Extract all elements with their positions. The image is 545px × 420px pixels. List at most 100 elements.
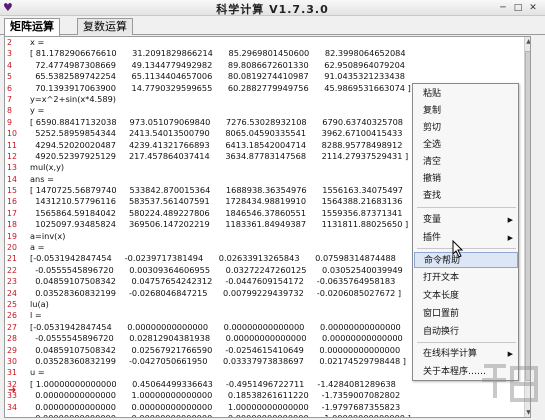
code-text: 0.03528360832199 -0.0427050661950 0.0333… — [30, 355, 406, 366]
line-number: 26 — [7, 311, 17, 321]
code-text: -0.0555545896720 0.00309364606955 0.0327… — [30, 264, 403, 275]
submenu-arrow-icon: ▶ — [507, 216, 513, 224]
menu-item[interactable]: 命令帮助 — [414, 252, 518, 268]
code-line: 34 0.00000000000000 0.00000000000000 1.0… — [5, 402, 530, 413]
code-line: 3 [ 81.1782906676610 31.2091829866214 85.… — [5, 48, 530, 59]
line-number: 21 — [7, 254, 17, 264]
menu-item[interactable]: 文本长度 — [414, 288, 518, 304]
code-text: 0.00000000000000 0.00000000000000 1.0000… — [30, 401, 401, 412]
code-text: 5252.58959854344 2413.54013500790 8065.0… — [30, 128, 403, 139]
menu-item-label: 窗口置前 — [423, 309, 460, 319]
code-text: 1565864.59184042 580224.489227806 184654… — [30, 207, 403, 218]
line-number: 19 — [7, 231, 17, 241]
mouse-cursor-icon — [452, 240, 464, 258]
code-line: 33 0.00000000000000 1.00000000000000 0.1… — [5, 390, 530, 401]
menu-separator — [417, 207, 516, 208]
scroll-up-icon[interactable]: ▲ — [525, 37, 530, 46]
menu-item[interactable]: 清空 — [414, 154, 518, 170]
menu-item-label: 粘贴 — [423, 89, 442, 99]
menu-item[interactable]: 自动换行 — [414, 324, 518, 340]
code-text: [ 81.1782906676610 31.2091829866214 85.2… — [30, 48, 406, 59]
minimize-button[interactable]: ─ — [496, 2, 510, 14]
code-text: 0.03528360832199 -0.0268046847215 0.0079… — [30, 287, 402, 298]
code-text: y = — [30, 105, 45, 116]
line-number: 11 — [7, 140, 17, 150]
close-button[interactable]: ✕ — [526, 2, 540, 14]
line-number: 25 — [7, 299, 17, 309]
menu-item[interactable]: 变量 ▶ — [414, 212, 518, 228]
menu-item[interactable]: 查找 — [414, 188, 518, 204]
title-bar: ♥ 科学计算 V1.7.3.0 ─ □ ✕ — [0, 0, 545, 16]
menu-item[interactable]: 粘贴 — [414, 86, 518, 102]
code-line: 5 65.5382589742254 65.1134404657006 80.0… — [5, 71, 530, 82]
code-text: [ 6590.88417132038 973.051079069840 7276… — [30, 116, 403, 127]
line-number: 13 — [7, 163, 17, 173]
menu-item-label: 查找 — [423, 191, 442, 201]
menu-item-label: 变量 — [423, 215, 442, 225]
line-number: 15 — [7, 186, 17, 196]
code-text: 70.1393917063900 14.7790329599655 60.288… — [30, 82, 411, 93]
code-text: 0.00000000000000 1.00000000000000 0.1853… — [30, 390, 401, 401]
line-number: 8 — [7, 106, 12, 116]
menu-item[interactable]: 打开文本 — [414, 270, 518, 286]
line-number: 7 — [7, 94, 12, 104]
line-number: 23 — [7, 277, 17, 287]
code-text: 4294.52020020487 4239.41321766893 6413.1… — [30, 139, 403, 150]
menu-item[interactable]: 全选 — [414, 137, 518, 153]
line-number: 24 — [7, 288, 17, 298]
tab-matrix-operations[interactable]: 矩阵运算 — [4, 18, 60, 36]
code-text: 0.04859107508342 0.02567921766590 -0.025… — [30, 344, 401, 355]
code-text: [ 1.00000000000000 0.45064499336643 -0.4… — [30, 378, 396, 389]
scrollbar-thumb[interactable] — [525, 51, 530, 381]
line-number: 14 — [7, 174, 17, 184]
line-number: 28 — [7, 334, 17, 344]
line-number: 9 — [7, 117, 12, 127]
code-line: 4 72.4774987308669 49.1344779492982 89.8… — [5, 60, 530, 71]
menu-item-label: 复制 — [423, 106, 442, 116]
code-text: 0.04859107508342 0.04757654242312 -0.044… — [30, 276, 396, 287]
menu-item-label: 在线科学计算 — [423, 349, 478, 359]
line-number: 4 — [7, 60, 12, 70]
line-number: 16 — [7, 197, 17, 207]
line-number: 18 — [7, 220, 17, 230]
menu-item[interactable]: 撤销 — [414, 171, 518, 187]
window-title: 科学计算 V1.7.3.0 — [216, 3, 329, 16]
line-number: 17 — [7, 208, 17, 218]
menu-item[interactable]: 复制 — [414, 103, 518, 119]
menu-item[interactable]: 剪切 — [414, 120, 518, 136]
code-text: a = — [30, 242, 45, 253]
line-number: 12 — [7, 151, 17, 161]
code-line: 2 x = — [5, 37, 530, 48]
menu-item-label: 打开文本 — [423, 273, 460, 283]
menu-item-label: 全选 — [423, 140, 442, 150]
submenu-arrow-icon: ▶ — [507, 234, 513, 242]
code-text: 65.5382589742254 65.1134404657006 80.081… — [30, 71, 406, 82]
line-number: 31 — [7, 368, 17, 378]
line-number: 6 — [7, 83, 12, 93]
menu-item[interactable]: 插件 ▶ — [414, 230, 518, 246]
tab-complex-operations[interactable]: 复数运算 — [77, 18, 133, 35]
code-text: 1431210.57796116 583537.561407591 172843… — [30, 196, 403, 207]
code-text: 4920.52397925129 217.457864037414 3634.8… — [30, 150, 409, 161]
line-number: 2 — [7, 38, 12, 47]
code-text: l = — [30, 310, 42, 321]
code-text: mul(x,y) — [30, 162, 65, 173]
line-number: 20 — [7, 243, 17, 253]
current-line-arrow-icon: ➜ — [8, 385, 17, 396]
maximize-button[interactable]: □ — [511, 2, 525, 14]
watermark-logo — [482, 364, 538, 402]
code-text: 0.00000000000000 0.00000000000000 0.0000… — [30, 412, 411, 418]
code-text: 1025097.93485824 369506.147202219 118336… — [30, 219, 409, 230]
tab-bar: 矩阵运算 复数运算 — [0, 16, 545, 36]
menu-separator — [417, 342, 516, 343]
menu-item-label: 插件 — [423, 233, 442, 243]
code-text: x = — [30, 37, 45, 47]
line-number: 3 — [7, 49, 12, 59]
code-text: ans = — [30, 173, 54, 184]
line-number: 22 — [7, 265, 17, 275]
menu-item-label: 清空 — [423, 157, 442, 167]
line-number: 30 — [7, 356, 17, 366]
context-menu: 粘贴复制剪切全选清空撤销查找变量 ▶ 插件 ▶ 命令帮助打开文本文本长度窗口置前自动换行… — [412, 83, 519, 381]
menu-item[interactable]: 窗口置前 — [414, 306, 518, 322]
code-text: y=x^2+sin(x*4.589) — [30, 93, 116, 104]
